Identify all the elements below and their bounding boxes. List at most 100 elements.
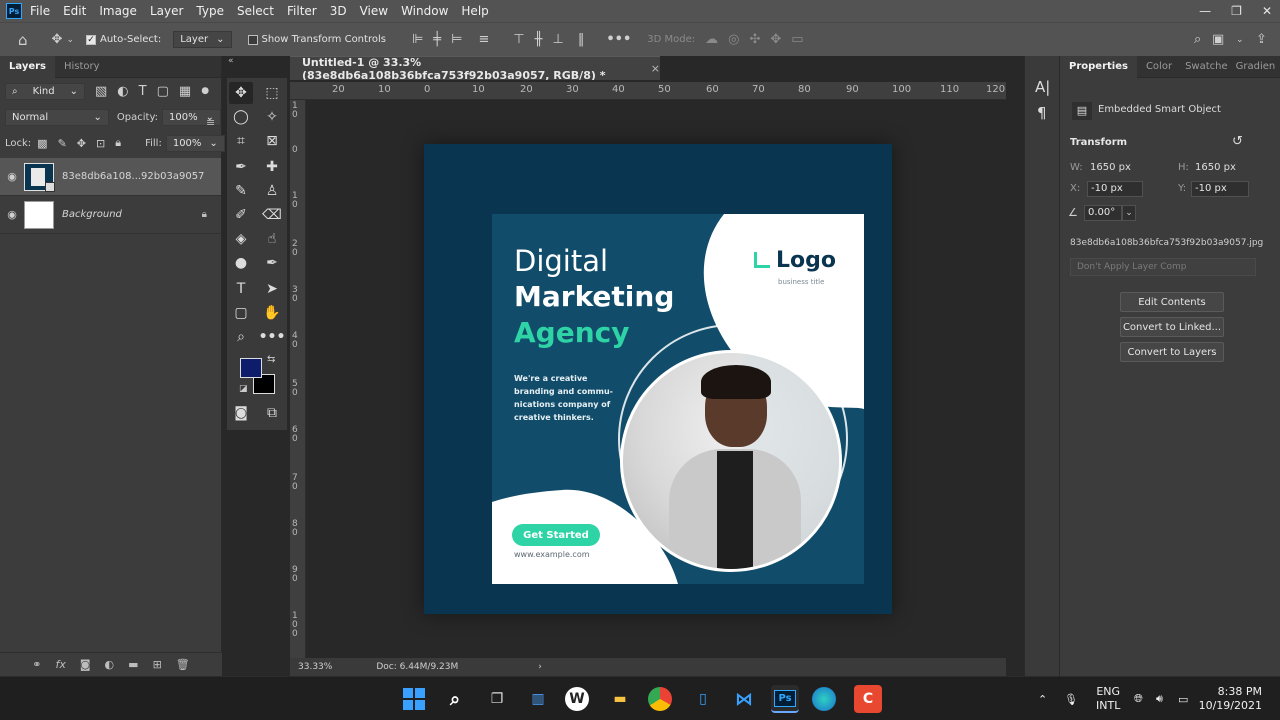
show-transform-checkbox[interactable] xyxy=(247,34,258,45)
horizontal-ruler[interactable]: 20 10 0 10 20 30 40 50 60 70 80 90 100 1… xyxy=(290,82,1006,100)
smudge-tool-icon[interactable]: ☝ xyxy=(260,228,284,250)
tab-history[interactable]: History xyxy=(55,56,109,78)
windows-start-icon[interactable] xyxy=(400,685,428,713)
menu-help[interactable]: Help xyxy=(461,4,488,18)
filter-pixel-icon[interactable]: ▧ xyxy=(95,84,107,99)
menu-window[interactable]: Window xyxy=(401,4,448,18)
lock-paint-icon[interactable]: ✎ xyxy=(58,137,67,150)
menu-view[interactable]: View xyxy=(360,4,388,18)
angle-input[interactable]: 0.00° xyxy=(1084,205,1122,221)
align-middle-icon[interactable]: ╫ xyxy=(535,32,543,47)
y-input[interactable]: -10 px xyxy=(1191,181,1249,197)
screen-recorder-icon[interactable]: C xyxy=(854,685,882,713)
search-icon[interactable]: ⌕ xyxy=(1194,32,1201,47)
auto-select-target-dropdown[interactable]: Layer ⌄ xyxy=(173,31,232,48)
menu-select[interactable]: Select xyxy=(237,4,274,18)
history-brush-tool-icon[interactable]: ✐ xyxy=(229,204,253,226)
path-selection-tool-icon[interactable]: ➤ xyxy=(260,278,284,300)
layer-lock-icon[interactable]: 🔒︎ xyxy=(202,209,207,220)
filter-shape-icon[interactable]: ▢ xyxy=(157,84,169,99)
screen-mode-icon[interactable]: ⧉ xyxy=(260,402,284,424)
tab-layers[interactable]: Layers xyxy=(0,55,55,78)
restore-button[interactable]: ❐ xyxy=(1231,4,1242,18)
foreground-color-swatch[interactable] xyxy=(240,358,262,378)
menu-file[interactable]: File xyxy=(30,4,50,18)
vscode-icon[interactable]: ⋈ xyxy=(730,685,758,713)
move-tool-icon[interactable]: ✥ xyxy=(52,32,63,47)
tab-properties[interactable]: Properties xyxy=(1060,55,1137,78)
character-panel-icon[interactable]: A| xyxy=(1035,78,1050,96)
3d-pan-icon[interactable]: ✣ xyxy=(749,32,760,47)
menu-image[interactable]: Image xyxy=(99,4,137,18)
x-input[interactable]: -10 px xyxy=(1087,181,1143,197)
chrome-icon[interactable] xyxy=(648,687,672,711)
edge-icon[interactable] xyxy=(812,687,836,711)
menu-layer[interactable]: Layer xyxy=(150,4,183,18)
tab-color[interactable]: Color xyxy=(1137,56,1181,78)
zoom-tool-icon[interactable]: ⌕ xyxy=(229,326,253,348)
filter-kind-dropdown[interactable]: ⌕ Kind ⌄ xyxy=(5,82,85,100)
lock-all-icon[interactable]: 🔒︎ xyxy=(115,136,121,150)
vertical-ruler[interactable]: 1 0 0 1 0 2 0 3 0 4 0 5 0 6 0 7 0 8 0 9 … xyxy=(290,100,306,658)
3d-slide-icon[interactable]: ✥ xyxy=(770,32,781,47)
swap-colors-icon[interactable]: ⇆ xyxy=(267,354,275,365)
auto-select-checkbox[interactable]: ✓ xyxy=(85,34,96,45)
distribute-icon[interactable]: ≡ xyxy=(478,32,489,47)
adjustment-layer-icon[interactable]: ◐ xyxy=(105,658,115,671)
file-explorer-icon[interactable]: ▬ xyxy=(606,685,634,713)
close-tab-icon[interactable]: × xyxy=(651,62,660,75)
tab-gradients[interactable]: Gradien xyxy=(1232,56,1280,78)
pen-tool-icon[interactable]: ✒ xyxy=(260,252,284,274)
lock-transparent-icon[interactable]: ▩ xyxy=(37,137,47,150)
new-group-icon[interactable]: ▬ xyxy=(128,658,138,671)
more-tools-icon[interactable]: ••• xyxy=(259,326,286,348)
layer-style-icon[interactable]: fx xyxy=(55,658,65,671)
width-value[interactable]: 1650 px xyxy=(1090,162,1131,173)
minimize-button[interactable]: — xyxy=(1199,4,1211,18)
new-layer-icon[interactable]: ⊞ xyxy=(153,658,162,671)
3d-camera-icon[interactable]: ▭ xyxy=(791,32,803,47)
blend-mode-dropdown[interactable]: Normal ⌄ xyxy=(5,108,109,126)
panel-menu-icon[interactable]: ≡ xyxy=(206,116,215,129)
network-icon[interactable]: 🌐︎ xyxy=(1134,677,1143,720)
shape-tool-icon[interactable]: ▢ xyxy=(229,302,253,324)
stamp-tool-icon[interactable]: ♙ xyxy=(260,180,284,202)
filter-type-icon[interactable]: T xyxy=(139,84,147,99)
default-colors-icon[interactable]: ◪ xyxy=(239,384,248,394)
microphone-icon[interactable]: 🎙︎ xyxy=(1064,677,1078,720)
frame-tool-icon[interactable]: ⊠ xyxy=(260,130,284,152)
tab-swatches[interactable]: Swatche xyxy=(1181,56,1232,78)
collapse-left-icon[interactable]: « xyxy=(228,56,234,66)
menu-edit[interactable]: Edit xyxy=(63,4,86,18)
photoshop-taskbar-icon[interactable]: Ps xyxy=(771,685,799,713)
height-value[interactable]: 1650 px xyxy=(1195,162,1236,173)
status-chevron-icon[interactable]: › xyxy=(538,662,542,672)
visibility-eye-icon[interactable]: ◉ xyxy=(0,170,24,183)
convert-to-layers-button[interactable]: Convert to Layers xyxy=(1120,342,1224,362)
filter-adjustment-icon[interactable]: ◐ xyxy=(117,84,128,99)
battery-icon[interactable]: ▭ xyxy=(1178,677,1188,720)
3d-orbit-icon[interactable]: ☁ xyxy=(705,32,718,47)
app-icon[interactable]: W xyxy=(565,687,589,711)
task-view-icon[interactable]: ❐ xyxy=(483,685,511,713)
align-top-icon[interactable]: ⊤ xyxy=(513,32,524,47)
lock-artboard-icon[interactable]: ⊡ xyxy=(96,137,105,150)
link-layers-icon[interactable]: ⚭ xyxy=(32,658,41,671)
workspace-icon[interactable]: ▣ xyxy=(1212,32,1224,47)
eyedropper-tool-icon[interactable]: ✒ xyxy=(229,156,253,178)
widgets-icon[interactable]: ▥ xyxy=(524,685,552,713)
menu-type[interactable]: Type xyxy=(196,4,224,18)
distribute-vertical-icon[interactable]: ‖ xyxy=(578,32,585,47)
layer-comp-dropdown[interactable]: Don't Apply Layer Comp xyxy=(1070,258,1256,276)
home-icon[interactable]: ⌂ xyxy=(18,31,28,49)
paint-bucket-tool-icon[interactable]: ◈ xyxy=(229,228,253,250)
angle-dropdown-chevron-icon[interactable]: ⌄ xyxy=(1122,205,1136,221)
align-bottom-icon[interactable]: ⊥ xyxy=(553,32,564,47)
share-icon[interactable]: ⇪ xyxy=(1256,32,1267,47)
delete-layer-icon[interactable]: 🗑︎ xyxy=(176,658,190,671)
edit-contents-button[interactable]: Edit Contents xyxy=(1120,292,1224,312)
convert-to-linked-button[interactable]: Convert to Linked... xyxy=(1120,317,1224,337)
filter-smart-object-icon[interactable]: ▦ xyxy=(179,84,191,99)
chevron-down-icon[interactable]: ⌄ xyxy=(66,35,74,45)
artboard-canvas[interactable]: Digital Marketing Agency We're a creativ… xyxy=(424,144,892,614)
